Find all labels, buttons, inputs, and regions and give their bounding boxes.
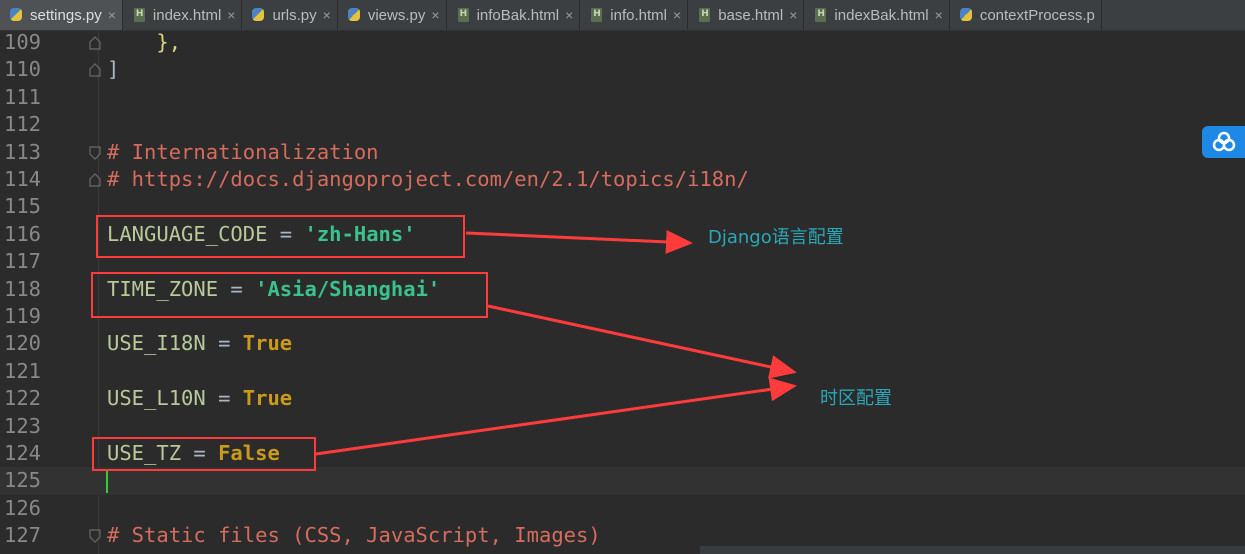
cloud-icon xyxy=(1212,131,1235,152)
arrow-use-tz xyxy=(315,377,797,456)
arrow-language xyxy=(465,229,693,254)
language-annotation-text: Django语言配置 xyxy=(708,227,844,248)
timezone-annotation-text: 时区配置 xyxy=(820,388,892,409)
arrow-timezone xyxy=(487,304,797,379)
annotation-arrows xyxy=(315,229,797,456)
horizontal-scrollbar[interactable] xyxy=(700,546,1245,554)
cloud-sync-widget[interactable] xyxy=(1202,126,1245,158)
